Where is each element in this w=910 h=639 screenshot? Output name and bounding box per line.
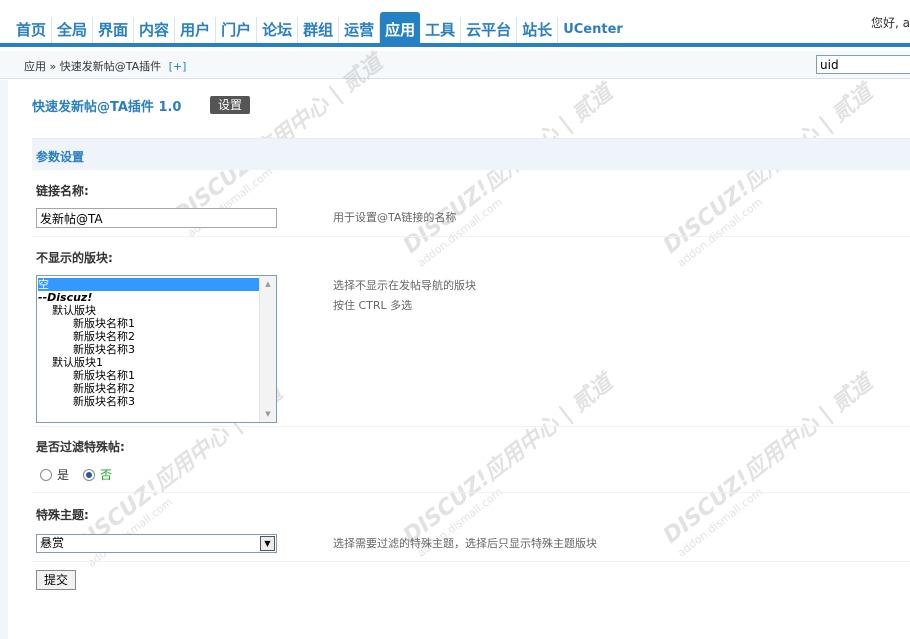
- nav-item[interactable]: 工具: [420, 17, 462, 43]
- row-divider: [32, 236, 910, 237]
- add-shortcut-link[interactable]: [+]: [169, 60, 187, 73]
- row-divider: [32, 561, 910, 562]
- breadcrumb-bar: 应用 » 快速发新帖@TA插件 [+]: [0, 51, 910, 79]
- breadcrumb-path[interactable]: 应用 » 快速发新帖@TA插件: [24, 60, 161, 73]
- nav-item[interactable]: 应用: [380, 12, 421, 43]
- greeting-text: 您好, a: [871, 16, 910, 30]
- listbox-option[interactable]: 新版块名称1: [38, 317, 260, 330]
- nav-item[interactable]: 站长: [517, 17, 559, 43]
- main-nav: 首页 全局 界面 内容 用户 门户 论坛 群组 运营 应用 工具 云平台 站长 UCenter: [16, 12, 628, 43]
- row-divider: [32, 492, 910, 493]
- hidden-forums-hint-2: 按住 CTRL 多选: [333, 299, 413, 312]
- nav-item[interactable]: 云平台: [461, 17, 518, 43]
- link-name-hint: 用于设置@TA链接的名称: [333, 211, 457, 224]
- nav-item[interactable]: 论坛: [257, 17, 299, 43]
- plugin-title: 快速发新帖@TA插件 1.0: [32, 100, 182, 115]
- nav-item[interactable]: 首页: [16, 17, 53, 43]
- scroll-down-icon[interactable]: ▼: [260, 406, 276, 422]
- radio-yes[interactable]: [40, 468, 52, 481]
- scroll-up-icon[interactable]: ▲: [260, 276, 276, 292]
- nav-item[interactable]: 用户: [175, 17, 217, 43]
- section-title: 参数设置: [36, 150, 85, 164]
- listbox-option[interactable]: --Discuz!: [38, 291, 260, 304]
- row-divider: [32, 426, 910, 427]
- nav-item[interactable]: 运营: [339, 17, 381, 43]
- filter-special-radio-group: 是 否: [40, 466, 126, 483]
- radio-yes-label[interactable]: 是: [57, 466, 69, 483]
- section-header: 参数设置: [32, 138, 910, 170]
- nav-item[interactable]: 界面: [93, 17, 135, 43]
- listbox-option[interactable]: 新版块名称2: [38, 330, 260, 343]
- listbox-option[interactable]: 默认版块1: [38, 356, 260, 369]
- nav-item[interactable]: UCenter: [558, 17, 628, 43]
- breadcrumb: 应用 » 快速发新帖@TA插件 [+]: [24, 58, 186, 74]
- top-header: 首页 全局 界面 内容 用户 门户 论坛 群组 运营 应用 工具 云平台 站长 UCenter 您好, a: [0, 0, 910, 47]
- listbox-option[interactable]: 默认版块: [38, 304, 260, 317]
- listbox-scrollbar[interactable]: ▲ ▼: [259, 276, 276, 422]
- nav-item[interactable]: 群组: [298, 17, 340, 43]
- search-input[interactable]: [816, 55, 910, 74]
- hidden-forums-listbox[interactable]: 空 --Discuz! 默认版块 新版块名称1 新版块名称2 新版块名称3 默认版…: [36, 275, 277, 423]
- special-theme-label: 特殊主题:: [36, 508, 89, 522]
- link-name-label: 链接名称:: [36, 184, 89, 198]
- filter-special-label: 是否过滤特殊帖:: [36, 440, 125, 454]
- left-sidebar-strip: [0, 80, 8, 639]
- nav-item[interactable]: 全局: [52, 17, 94, 43]
- dropdown-arrow-icon[interactable]: ▼: [260, 536, 275, 551]
- listbox-option[interactable]: 新版块名称1: [38, 369, 260, 382]
- listbox-option[interactable]: 新版块名称3: [38, 395, 260, 408]
- submit-button[interactable]: 提交: [36, 570, 76, 590]
- listbox-option[interactable]: 空: [38, 278, 260, 291]
- radio-no[interactable]: [83, 468, 96, 481]
- settings-tab[interactable]: 设置: [210, 96, 251, 114]
- special-theme-select[interactable]: 悬赏 ▼: [36, 534, 277, 553]
- link-name-input[interactable]: [36, 208, 277, 228]
- listbox-option[interactable]: 新版块名称3: [38, 343, 260, 356]
- hidden-forums-label: 不显示的版块:: [36, 251, 113, 265]
- radio-no-label[interactable]: 否: [100, 466, 112, 483]
- special-theme-hint: 选择需要过滤的特殊主题，选择后只显示特殊主题版块: [333, 537, 597, 550]
- nav-item[interactable]: 内容: [134, 17, 176, 43]
- listbox-option[interactable]: 新版块名称2: [38, 382, 260, 395]
- listbox-options: 空 --Discuz! 默认版块 新版块名称1 新版块名称2 新版块名称3 默认版…: [38, 278, 260, 408]
- special-theme-value: 悬赏: [40, 536, 65, 550]
- nav-item[interactable]: 门户: [216, 17, 258, 43]
- hidden-forums-hint: 选择不显示在发帖导航的版块: [333, 279, 476, 292]
